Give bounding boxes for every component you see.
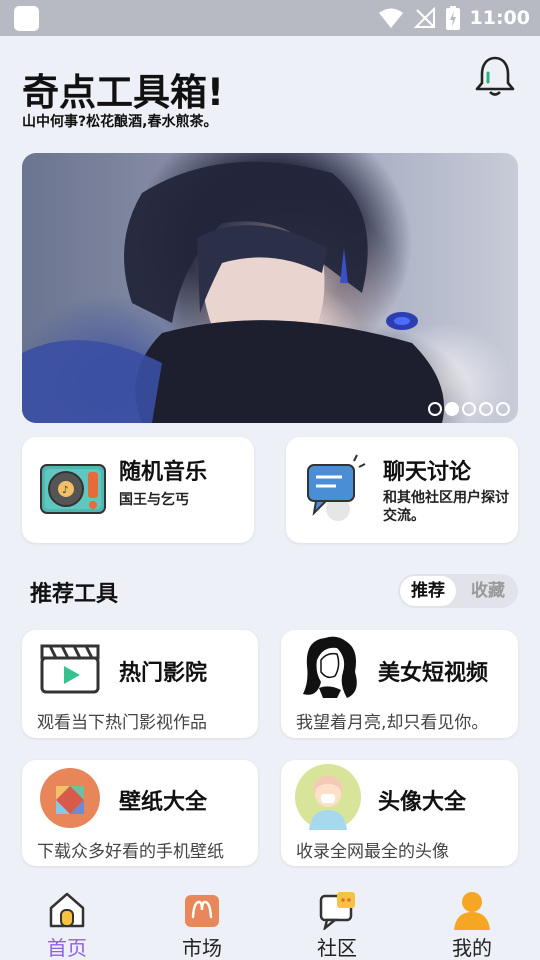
profile-icon: [454, 892, 490, 930]
tool-card-avatars[interactable]: 头像大全 收录全网最全的头像: [281, 760, 518, 866]
tool-title: 头像大全: [378, 790, 467, 815]
market-icon: [185, 895, 219, 927]
wifi-icon: [378, 8, 403, 28]
avatar-icon: [295, 764, 361, 830]
tool-card-short-video[interactable]: 美女短视频 我望着月亮,却只看见你。: [281, 630, 518, 738]
bottom-nav: 首页 市场 社区 我的: [0, 880, 540, 960]
tool-desc: 我望着月亮,却只看见你。: [296, 713, 489, 733]
carousel-dot-active[interactable]: [445, 402, 459, 416]
nav-label: 社区: [317, 936, 357, 960]
tool-desc: 收录全网最全的头像: [296, 842, 449, 862]
carousel-dot[interactable]: [428, 402, 442, 416]
card-desc: 国王与乞丐: [119, 492, 189, 508]
banner-illustration: [22, 161, 444, 423]
nav-label: 市场: [182, 936, 222, 960]
nav-label: 首页: [47, 936, 87, 960]
clock: 11:00: [469, 7, 530, 29]
page-subtitle: 山中何事?松花酿酒,春水煎茶。: [22, 114, 218, 130]
card-title: 聊天讨论: [383, 460, 472, 485]
card-desc: 和其他社区用户探讨交流。: [383, 490, 509, 524]
chat-discussion-card[interactable]: 聊天讨论 和其他社区用户探讨交流。: [286, 437, 518, 543]
community-icon: [319, 892, 355, 930]
svg-text:♪: ♪: [62, 485, 68, 496]
random-music-card[interactable]: ♪ 随机音乐 国王与乞丐: [22, 437, 254, 543]
bell-icon[interactable]: [473, 55, 517, 97]
section-toggle: 推荐 收藏: [398, 574, 518, 608]
nav-label: 我的: [452, 936, 492, 960]
clapperboard-icon: [40, 644, 100, 694]
status-bar: 11:00: [0, 0, 540, 36]
wallpaper-icon: [40, 768, 100, 828]
nav-item-community[interactable]: 社区: [297, 888, 377, 960]
chat-icon: [307, 454, 366, 521]
carousel-dot[interactable]: [496, 402, 510, 416]
tool-title: 热门影院: [119, 661, 208, 686]
turntable-icon: ♪: [40, 464, 106, 514]
nav-item-market[interactable]: 市场: [162, 888, 242, 960]
nav-item-home[interactable]: 首页: [27, 888, 107, 960]
carousel-indicator: [428, 402, 510, 416]
notification-icon: [14, 6, 39, 31]
tool-title: 美女短视频: [378, 661, 489, 686]
tool-card-wallpapers[interactable]: 壁纸大全 下载众多好看的手机壁纸: [22, 760, 258, 866]
nav-item-profile[interactable]: 我的: [432, 888, 512, 960]
battery-charging-icon: [445, 6, 460, 30]
section-title: 推荐工具: [30, 582, 119, 607]
carousel-dot[interactable]: [479, 402, 493, 416]
tool-card-cinema[interactable]: 热门影院 观看当下热门影视作品: [22, 630, 258, 738]
tool-desc: 观看当下热门影视作品: [37, 713, 207, 733]
home-icon: [49, 892, 85, 928]
tab-favorites[interactable]: 收藏: [460, 576, 516, 606]
banner-carousel[interactable]: [22, 153, 518, 423]
no-signal-icon: [413, 7, 435, 28]
tool-desc: 下载众多好看的手机壁纸: [37, 842, 224, 862]
page-title: 奇点工具箱!: [22, 71, 224, 114]
card-title: 随机音乐: [119, 460, 208, 485]
tab-recommended[interactable]: 推荐: [400, 576, 456, 606]
carousel-dot[interactable]: [462, 402, 476, 416]
tool-title: 壁纸大全: [119, 790, 208, 815]
woman-portrait-icon: [303, 636, 357, 698]
